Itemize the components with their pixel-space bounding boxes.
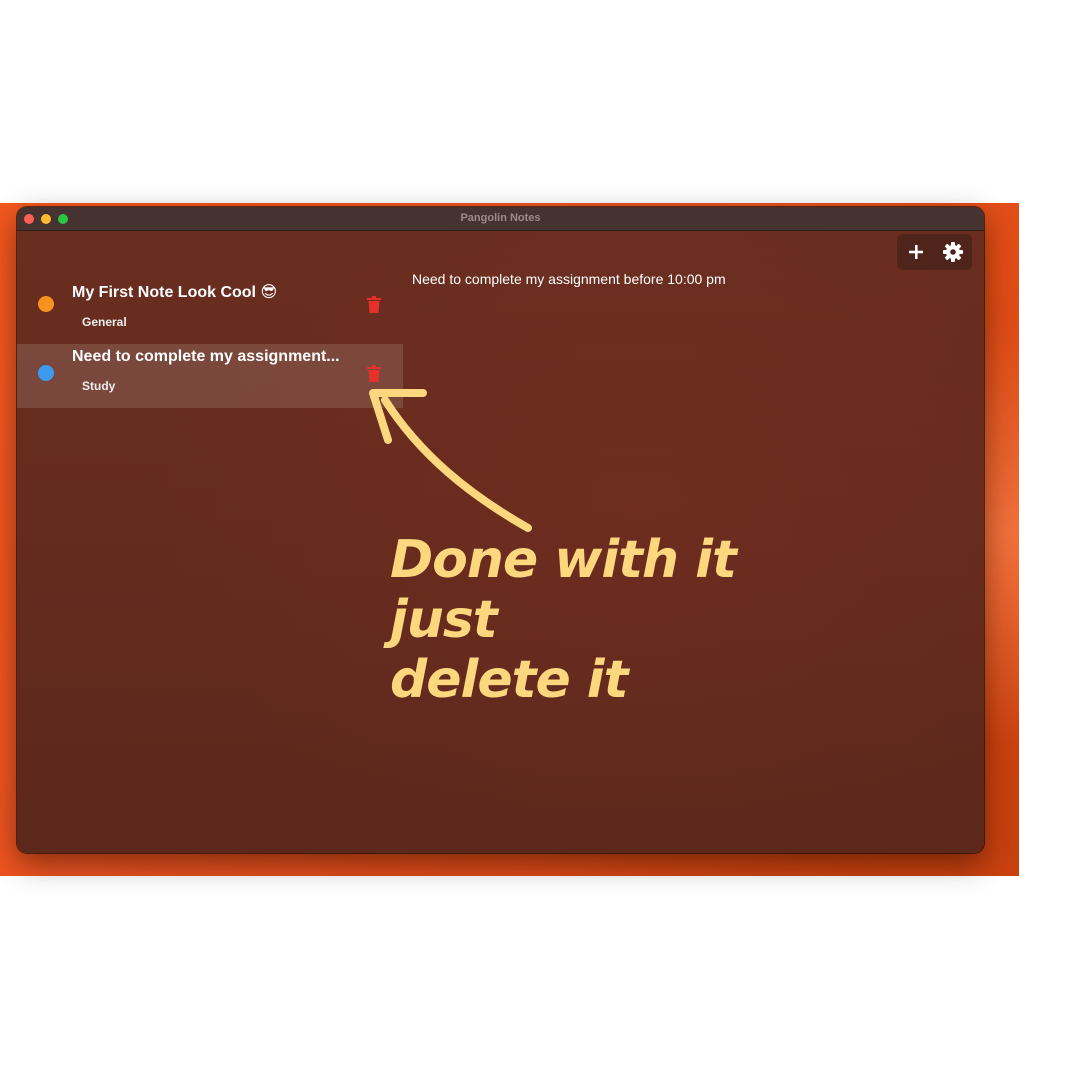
toolbar	[897, 234, 972, 270]
add-note-button[interactable]	[905, 241, 927, 263]
note-color-dot	[38, 296, 54, 312]
note-list-item[interactable]: Need to complete my assignment... Study	[17, 344, 403, 408]
note-color-dot	[38, 365, 54, 381]
note-tag: Study	[82, 379, 116, 393]
note-title: Need to complete my assignment...	[72, 348, 340, 365]
delete-note-button[interactable]	[367, 296, 381, 313]
window-title: Pangolin Notes	[460, 212, 541, 224]
settings-button[interactable]	[942, 241, 964, 263]
annotation-line: delete it	[390, 650, 629, 710]
annotation-line: Done with it just	[390, 530, 737, 650]
title-bar[interactable]: Pangolin Notes	[17, 207, 984, 231]
note-detail-text[interactable]: Need to complete my assignment before 10…	[412, 271, 726, 287]
trash-icon	[367, 296, 381, 313]
delete-note-button[interactable]	[367, 365, 381, 382]
note-list-item[interactable]: My First Note Look Cool 😎 General	[17, 279, 403, 343]
note-tag: General	[82, 315, 127, 329]
note-title: My First Note Look Cool 😎	[72, 284, 278, 301]
annotation-text: Done with it just delete it	[390, 530, 820, 710]
plus-icon	[909, 245, 923, 259]
trash-icon	[367, 365, 381, 382]
gear-icon	[943, 242, 963, 262]
